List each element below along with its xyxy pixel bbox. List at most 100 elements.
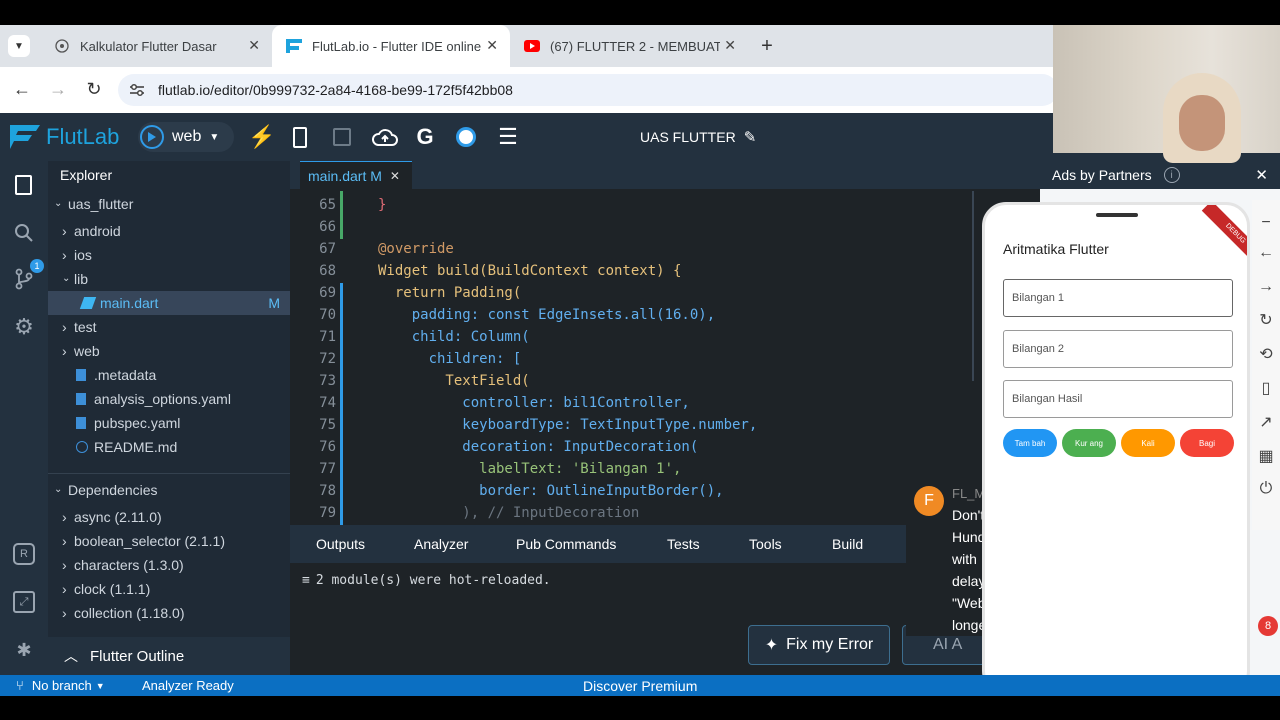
tree-root-uas-flutter[interactable]: ⌄ uas_flutter: [54, 196, 133, 212]
ai-assistant-label: AI A: [933, 636, 963, 653]
modified-badge: M: [268, 295, 280, 311]
cloud-upload-icon[interactable]: [372, 125, 398, 149]
hot-reload-bolt-icon[interactable]: ⚡: [248, 124, 275, 149]
forward-arrow-icon[interactable]: →: [1252, 278, 1280, 296]
fix-my-error-button[interactable]: ✦ Fix my Error: [748, 625, 890, 665]
new-tab-plus-icon[interactable]: +: [756, 35, 778, 57]
close-icon[interactable]: ✕: [1255, 166, 1268, 184]
button-label: Kali: [1141, 438, 1155, 448]
edit-pencil-icon[interactable]: ✎: [744, 128, 757, 146]
bilangan-hasil-field[interactable]: Bilangan Hasil: [1003, 380, 1233, 418]
dependency-item[interactable]: › async (2.11.0): [62, 509, 162, 525]
panel-tab-pub-commands[interactable]: Pub Commands: [516, 536, 616, 552]
tab-close-icon[interactable]: ✕: [724, 37, 736, 54]
notification-popup[interactable]: F FL_M Don't Hund with delay "Web longe: [906, 476, 986, 636]
button-label: Bagi: [1198, 438, 1215, 448]
dependency-item[interactable]: › characters (1.3.0): [62, 557, 184, 573]
run-target-selector[interactable]: web ▼: [138, 122, 234, 152]
flutter-outline-header[interactable]: ︿ Flutter Outline: [48, 637, 290, 675]
bilangan-1-field[interactable]: Bilangan 1: [1003, 279, 1233, 317]
close-icon[interactable]: ✕: [390, 169, 400, 183]
search-icon[interactable]: [12, 221, 36, 245]
tab-close-icon[interactable]: ✕: [486, 37, 498, 54]
tree-item-android[interactable]: › android: [62, 223, 121, 239]
reload-icon[interactable]: ↻: [82, 77, 106, 101]
tree-item-web[interactable]: › web: [62, 343, 100, 359]
device-phone-icon[interactable]: [293, 127, 307, 148]
browser-tab-youtube[interactable]: (67) FLUTTER 2 - MEMBUAT KA ✕: [510, 25, 748, 67]
tree-item-readme[interactable]: README.md: [76, 439, 177, 455]
tree-item-metadata[interactable]: .metadata: [76, 367, 156, 383]
explorer-files-icon[interactable]: [15, 175, 32, 195]
bug-icon[interactable]: ✱: [13, 639, 35, 661]
bagi-button[interactable]: Bagi: [1180, 429, 1234, 457]
rotate-device-icon[interactable]: ⟲: [1252, 344, 1280, 364]
dependencies-header[interactable]: ⌄ Dependencies: [54, 482, 158, 498]
line-number: 66: [319, 219, 336, 235]
record-icon[interactable]: [456, 127, 476, 147]
dependencies-title: Dependencies: [68, 482, 158, 498]
tree-item-pubspec[interactable]: pubspec.yaml: [76, 415, 180, 431]
dependency-item[interactable]: › collection (1.18.0): [62, 605, 185, 621]
dependency-item[interactable]: › clock (1.1.1): [62, 581, 150, 597]
tree-item-label: web: [74, 343, 100, 359]
tree-item-analysis-options[interactable]: analysis_options.yaml: [76, 391, 231, 407]
tab-close-icon[interactable]: ✕: [248, 37, 260, 54]
browser-tab-kalkulator[interactable]: Kalkulator Flutter Dasar ✕: [40, 25, 272, 67]
tree-item-main-dart[interactable]: main.dart M: [48, 291, 290, 315]
phone-frame-icon[interactable]: ▯: [1252, 378, 1280, 398]
site-settings-icon[interactable]: [128, 81, 146, 99]
google-icon[interactable]: G: [413, 124, 437, 150]
refresh-icon[interactable]: ↻: [1252, 310, 1280, 330]
bilangan-2-field[interactable]: Bilangan 2: [1003, 330, 1233, 368]
kali-button[interactable]: Kali: [1121, 429, 1175, 457]
settings-gear-icon[interactable]: ⚙: [12, 314, 36, 339]
save-icon[interactable]: [333, 128, 351, 146]
panel-tab-tests[interactable]: Tests: [667, 536, 700, 552]
line-text: ), // InputDecoration: [378, 505, 640, 521]
flutlab-logo[interactable]: FlutLab: [8, 123, 119, 151]
kurang-button[interactable]: Kur ang: [1062, 429, 1116, 457]
notification-avatar: F: [914, 486, 944, 516]
tambah-button[interactable]: Tam bah: [1003, 429, 1057, 457]
panel-tab-outputs[interactable]: Outputs: [316, 536, 365, 552]
tree-item-test[interactable]: › test: [62, 319, 97, 335]
url-bar[interactable]: flutlab.io/editor/0b999732-2a84-4168-be9…: [118, 74, 1058, 106]
project-title[interactable]: UAS FLUTTER ✎: [640, 128, 756, 146]
menu-hamburger-icon[interactable]: ☰: [496, 124, 520, 149]
docs-icon[interactable]: ⤢: [13, 591, 35, 613]
panel-tab-analyzer[interactable]: Analyzer: [414, 536, 468, 552]
back-arrow-icon[interactable]: ←: [1252, 244, 1280, 262]
ads-title: Ads by Partners: [1052, 167, 1152, 183]
line-text: labelText: 'Bilangan 1',: [378, 461, 682, 477]
forward-arrow-icon[interactable]: →: [46, 77, 70, 101]
youtube-icon: [524, 38, 540, 54]
chevron-right-icon: ›: [62, 223, 67, 239]
line-number: 79: [319, 505, 336, 521]
tree-item-ios[interactable]: › ios: [62, 247, 92, 263]
info-icon[interactable]: i: [1163, 167, 1180, 183]
open-external-icon[interactable]: ↗: [1252, 412, 1280, 432]
branch-indicator[interactable]: ⑂ No branch ▼: [16, 678, 105, 693]
qr-code-icon[interactable]: ▦: [1252, 446, 1280, 466]
page-globe-icon: [54, 38, 70, 54]
panel-tab-build[interactable]: Build: [832, 536, 863, 552]
chevron-right-icon: ›: [62, 605, 67, 621]
minimize-icon[interactable]: −: [1252, 214, 1280, 232]
chat-badge[interactable]: 8: [1258, 616, 1278, 636]
fix-my-error-label: Fix my Error: [786, 636, 874, 653]
field-label: Bilangan Hasil: [1012, 393, 1083, 405]
editor-tab-main-dart[interactable]: main.dart M ✕: [300, 161, 412, 189]
panel-tab-tools[interactable]: Tools: [749, 536, 782, 552]
tree-item-lib[interactable]: ⌄ lib: [62, 271, 88, 287]
line-number: 73: [319, 373, 336, 389]
tab-list-chevron-icon[interactable]: ▼: [8, 35, 30, 57]
back-arrow-icon[interactable]: ←: [10, 77, 34, 101]
account-icon[interactable]: R: [13, 543, 35, 565]
code-line: 65}: [290, 194, 970, 216]
discover-premium-link[interactable]: Discover Premium: [583, 678, 697, 694]
dependency-item[interactable]: › boolean_selector (2.1.1): [62, 533, 225, 549]
line-text: child: Column(: [378, 329, 530, 345]
browser-tab-flutlab[interactable]: FlutLab.io - Flutter IDE online ✕: [272, 25, 510, 67]
power-icon[interactable]: ⏻: [1252, 480, 1280, 498]
